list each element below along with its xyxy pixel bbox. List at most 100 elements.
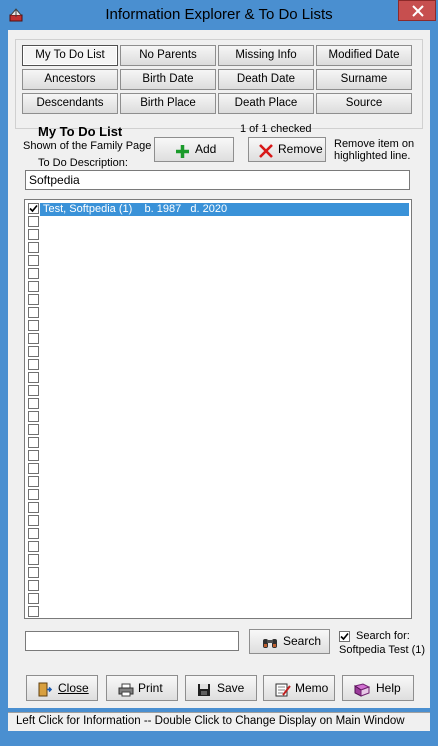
search-for-checkbox[interactable]	[339, 631, 350, 642]
list-item[interactable]	[25, 216, 411, 229]
tab-death-date[interactable]: Death Date	[218, 69, 314, 90]
list-item[interactable]	[25, 424, 411, 437]
item-checkbox[interactable]	[28, 398, 39, 409]
tab-my-to-do-list[interactable]: My To Do List	[22, 45, 118, 66]
item-checkbox[interactable]	[28, 567, 39, 578]
list-item[interactable]	[25, 346, 411, 359]
tab-missing-info[interactable]: Missing Info	[218, 45, 314, 66]
list-item[interactable]	[25, 580, 411, 593]
shown-on-family-page-label: Shown of the Family Page	[23, 140, 152, 152]
item-checkbox[interactable]	[28, 476, 39, 487]
item-checkbox[interactable]	[28, 385, 39, 396]
list-item[interactable]	[25, 268, 411, 281]
list-item[interactable]	[25, 229, 411, 242]
list-item[interactable]	[25, 567, 411, 580]
item-checkbox[interactable]	[28, 294, 39, 305]
tab-source[interactable]: Source	[316, 93, 412, 114]
print-button[interactable]: Print	[106, 675, 178, 701]
item-checkbox[interactable]	[28, 554, 39, 565]
item-checkbox[interactable]	[28, 203, 39, 214]
item-checkbox[interactable]	[28, 593, 39, 604]
item-checkbox[interactable]	[28, 320, 39, 331]
title-bar[interactable]: Information Explorer & To Do Lists	[0, 0, 438, 30]
search-button[interactable]: Search	[249, 629, 330, 654]
save-button[interactable]: Save	[185, 675, 257, 701]
item-checkbox[interactable]	[28, 463, 39, 474]
list-item[interactable]	[25, 502, 411, 515]
item-checkbox[interactable]	[28, 242, 39, 253]
list-item[interactable]	[25, 515, 411, 528]
item-checkbox[interactable]	[28, 580, 39, 591]
tab-surname[interactable]: Surname	[316, 69, 412, 90]
list-item[interactable]	[25, 541, 411, 554]
close-button[interactable]: Close	[26, 675, 98, 701]
list-item[interactable]	[25, 606, 411, 618]
list-item[interactable]: Test, Softpedia (1) b. 1987 d. 2020	[25, 203, 411, 216]
item-checkbox[interactable]	[28, 281, 39, 292]
item-checkbox[interactable]	[28, 437, 39, 448]
list-item[interactable]	[25, 281, 411, 294]
tab-descendants[interactable]: Descendants	[22, 93, 118, 114]
list-item[interactable]	[25, 242, 411, 255]
todo-title: My To Do List	[38, 124, 123, 139]
close-button-label: Close	[58, 681, 89, 695]
list-item[interactable]	[25, 450, 411, 463]
item-checkbox[interactable]	[28, 541, 39, 552]
item-checkbox[interactable]	[28, 411, 39, 422]
item-checkbox[interactable]	[28, 450, 39, 461]
checked-count: 1 of 1 checked	[240, 123, 312, 135]
list-item[interactable]	[25, 463, 411, 476]
tab-birth-place[interactable]: Birth Place	[120, 93, 216, 114]
list-item[interactable]	[25, 372, 411, 385]
item-checkbox[interactable]	[28, 255, 39, 266]
remove-button[interactable]: Remove	[248, 137, 326, 162]
item-checkbox[interactable]	[28, 372, 39, 383]
list-item[interactable]	[25, 333, 411, 346]
remove-button-label: Remove	[278, 142, 323, 156]
list-item[interactable]	[25, 528, 411, 541]
item-checkbox[interactable]	[28, 346, 39, 357]
client-area: My To Do List No Parents Missing Info Mo…	[8, 30, 430, 708]
search-input[interactable]	[25, 631, 239, 651]
tab-ancestors[interactable]: Ancestors	[22, 69, 118, 90]
item-checkbox[interactable]	[28, 359, 39, 370]
todo-description-input[interactable]: Softpedia	[25, 170, 410, 190]
window-close-button[interactable]	[398, 0, 436, 21]
list-item[interactable]	[25, 593, 411, 606]
list-item[interactable]	[25, 320, 411, 333]
item-checkbox[interactable]	[28, 229, 39, 240]
item-checkbox[interactable]	[28, 268, 39, 279]
list-item[interactable]	[25, 437, 411, 450]
item-checkbox[interactable]	[28, 515, 39, 526]
item-checkbox[interactable]	[28, 307, 39, 318]
item-checkbox[interactable]	[28, 528, 39, 539]
item-checkbox[interactable]	[28, 606, 39, 617]
tab-birth-date[interactable]: Birth Date	[120, 69, 216, 90]
search-for-label: Search for:	[356, 630, 410, 642]
item-checkbox[interactable]	[28, 333, 39, 344]
list-item[interactable]	[25, 294, 411, 307]
help-button[interactable]: Help	[342, 675, 414, 701]
item-checkbox[interactable]	[28, 424, 39, 435]
item-checkbox[interactable]	[28, 216, 39, 227]
todo-list[interactable]: Test, Softpedia (1) b. 1987 d. 2020	[24, 199, 412, 619]
print-button-label: Print	[138, 681, 163, 695]
list-item[interactable]	[25, 385, 411, 398]
list-item[interactable]	[25, 411, 411, 424]
item-checkbox[interactable]	[28, 502, 39, 513]
list-item[interactable]	[25, 359, 411, 372]
tab-no-parents[interactable]: No Parents	[120, 45, 216, 66]
list-item[interactable]	[25, 489, 411, 502]
list-item[interactable]	[25, 476, 411, 489]
category-tab-panel: My To Do List No Parents Missing Info Mo…	[15, 39, 423, 129]
tab-death-place[interactable]: Death Place	[218, 93, 314, 114]
list-item[interactable]	[25, 255, 411, 268]
tab-modified-date[interactable]: Modified Date	[316, 45, 412, 66]
memo-button[interactable]: Memo	[263, 675, 335, 701]
remove-help-line-2: highlighted line.	[334, 150, 411, 162]
list-item[interactable]	[25, 307, 411, 320]
add-button[interactable]: Add	[154, 137, 234, 162]
item-checkbox[interactable]	[28, 489, 39, 500]
list-item[interactable]	[25, 554, 411, 567]
list-item[interactable]	[25, 398, 411, 411]
